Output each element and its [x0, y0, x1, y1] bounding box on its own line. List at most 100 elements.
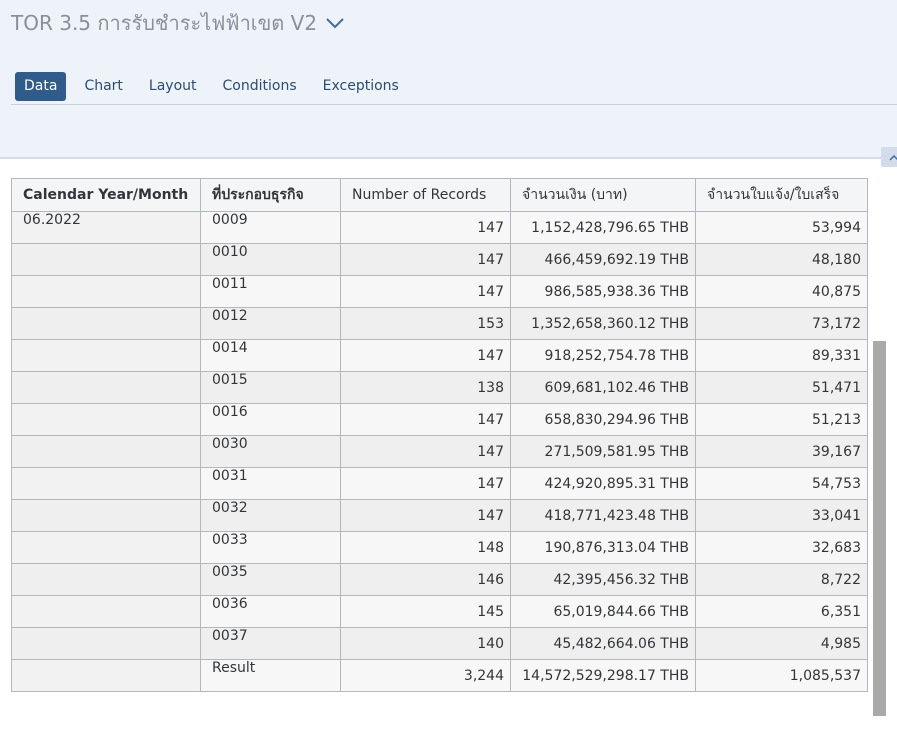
table-row: 0031 147 424,920,895.31 THB 54,753	[11, 467, 868, 500]
column-header-amount[interactable]: จำนวนเงิน (บาท)	[510, 178, 696, 212]
cell-amount[interactable]: 418,771,423.48 THB	[510, 499, 696, 532]
cell-calendar-month[interactable]	[11, 371, 201, 404]
cell-amount[interactable]: 918,252,754.78 THB	[510, 339, 696, 372]
cell-site[interactable]: 0009	[200, 211, 341, 244]
cell-amount[interactable]: 466,459,692.19 THB	[510, 243, 696, 276]
cell-calendar-month[interactable]	[11, 243, 201, 276]
cell-amount[interactable]: 190,876,313.04 THB	[510, 531, 696, 564]
tab-exceptions[interactable]: Exceptions	[323, 72, 399, 101]
cell-site[interactable]: 0033	[200, 531, 341, 564]
report-title[interactable]: TOR 3.5 การรับชำระไฟฟ้าเขต V2	[11, 8, 345, 38]
cell-records[interactable]: 147	[340, 275, 511, 308]
cell-calendar-month[interactable]: 06.2022	[11, 211, 201, 244]
cell-records[interactable]: 147	[340, 467, 511, 500]
tab-layout[interactable]: Layout	[149, 72, 197, 101]
cell-records[interactable]: 148	[340, 531, 511, 564]
tab-data[interactable]: Data	[15, 72, 67, 101]
table-row: 0011 147 986,585,938.36 THB 40,875	[11, 275, 868, 308]
tab-chart[interactable]: Chart	[84, 72, 122, 101]
table-row: 0016 147 658,830,294.96 THB 51,213	[11, 403, 868, 436]
cell-receipts[interactable]: 33,041	[695, 499, 868, 532]
cell-amount[interactable]: 424,920,895.31 THB	[510, 467, 696, 500]
collapse-up-icon[interactable]	[881, 147, 897, 167]
cell-records[interactable]: 153	[340, 307, 511, 340]
cell-site[interactable]: 0014	[200, 339, 341, 372]
cell-result-records[interactable]: 3,244	[340, 659, 511, 692]
cell-receipts[interactable]: 73,172	[695, 307, 868, 340]
cell-receipts[interactable]: 8,722	[695, 563, 868, 596]
cell-records[interactable]: 138	[340, 371, 511, 404]
table-row: 0032 147 418,771,423.48 THB 33,041	[11, 499, 868, 532]
cell-receipts[interactable]: 89,331	[695, 339, 868, 372]
column-header-records[interactable]: Number of Records	[340, 178, 511, 212]
cell-receipts[interactable]: 4,985	[695, 627, 868, 660]
cell-calendar-month[interactable]	[11, 307, 201, 340]
cell-calendar-month[interactable]	[11, 275, 201, 308]
cell-amount[interactable]: 986,585,938.36 THB	[510, 275, 696, 308]
cell-site[interactable]: 0012	[200, 307, 341, 340]
cell-amount[interactable]: 45,482,664.06 THB	[510, 627, 696, 660]
cell-calendar-month[interactable]	[11, 563, 201, 596]
cell-receipts[interactable]: 40,875	[695, 275, 868, 308]
cell-receipts[interactable]: 39,167	[695, 435, 868, 468]
cell-receipts[interactable]: 32,683	[695, 531, 868, 564]
cell-amount[interactable]: 65,019,844.66 THB	[510, 595, 696, 628]
column-header-site[interactable]: ที่ประกอบธุรกิจ	[200, 178, 341, 212]
cell-records[interactable]: 147	[340, 243, 511, 276]
cell-calendar-month[interactable]	[11, 435, 201, 468]
cell-site[interactable]: 0035	[200, 563, 341, 596]
column-header-receipts[interactable]: จำนวนใบแจ้ง/ใบเสร็จ	[695, 178, 868, 212]
table-row: 0010 147 466,459,692.19 THB 48,180	[11, 243, 868, 276]
cell-amount[interactable]: 271,509,581.95 THB	[510, 435, 696, 468]
cell-receipts[interactable]: 6,351	[695, 595, 868, 628]
table-row: 0035 146 42,395,456.32 THB 8,722	[11, 563, 868, 596]
cell-amount[interactable]: 42,395,456.32 THB	[510, 563, 696, 596]
cell-result-amount[interactable]: 14,572,529,298.17 THB	[510, 659, 696, 692]
cell-receipts[interactable]: 54,753	[695, 467, 868, 500]
cell-calendar-month[interactable]	[11, 339, 201, 372]
cell-calendar-month[interactable]	[11, 467, 201, 500]
cell-amount[interactable]: 1,352,658,360.12 THB	[510, 307, 696, 340]
report-title-text: TOR 3.5 การรับชำระไฟฟ้าเขต V2	[11, 11, 318, 35]
column-header-calendar-month[interactable]: Calendar Year/Month	[11, 178, 201, 212]
cell-amount[interactable]: 609,681,102.46 THB	[510, 371, 696, 404]
cell-calendar-month[interactable]	[11, 595, 201, 628]
cell-amount[interactable]: 1,152,428,796.65 THB	[510, 211, 696, 244]
cell-calendar-month[interactable]	[11, 403, 201, 436]
cell-calendar-month[interactable]	[11, 531, 201, 564]
tab-divider	[11, 104, 897, 105]
table-row: 06.2022 0009 147 1,152,428,796.65 THB 53,994	[11, 211, 868, 244]
cell-records[interactable]: 146	[340, 563, 511, 596]
cell-records[interactable]: 147	[340, 499, 511, 532]
cell-records[interactable]: 145	[340, 595, 511, 628]
cell-result-empty[interactable]	[11, 659, 201, 692]
cell-receipts[interactable]: 48,180	[695, 243, 868, 276]
cell-receipts[interactable]: 53,994	[695, 211, 868, 244]
cell-result-receipts[interactable]: 1,085,537	[695, 659, 868, 692]
cell-site[interactable]: 0016	[200, 403, 341, 436]
cell-site[interactable]: 0030	[200, 435, 341, 468]
cell-site[interactable]: 0015	[200, 371, 341, 404]
cell-site[interactable]: 0011	[200, 275, 341, 308]
scrollbar-thumb[interactable]	[873, 341, 886, 716]
cell-amount[interactable]: 658,830,294.96 THB	[510, 403, 696, 436]
cell-records[interactable]: 147	[340, 339, 511, 372]
cell-receipts[interactable]: 51,471	[695, 371, 868, 404]
cell-calendar-month[interactable]	[11, 499, 201, 532]
cell-records[interactable]: 147	[340, 403, 511, 436]
cell-site[interactable]: 0037	[200, 627, 341, 660]
cell-site[interactable]: 0010	[200, 243, 341, 276]
chevron-down-icon[interactable]	[325, 13, 345, 33]
cell-site[interactable]: 0032	[200, 499, 341, 532]
cell-site[interactable]: 0036	[200, 595, 341, 628]
cell-receipts[interactable]: 51,213	[695, 403, 868, 436]
cell-result-label[interactable]: Result	[200, 659, 341, 692]
cell-calendar-month[interactable]	[11, 627, 201, 660]
tab-conditions[interactable]: Conditions	[223, 72, 297, 101]
cell-site[interactable]: 0031	[200, 467, 341, 500]
table-row: 0037 140 45,482,664.06 THB 4,985	[11, 627, 868, 660]
cell-records[interactable]: 147	[340, 435, 511, 468]
data-table: Calendar Year/Month ที่ประกอบธุรกิจ Numb…	[11, 178, 868, 692]
cell-records[interactable]: 140	[340, 627, 511, 660]
cell-records[interactable]: 147	[340, 211, 511, 244]
